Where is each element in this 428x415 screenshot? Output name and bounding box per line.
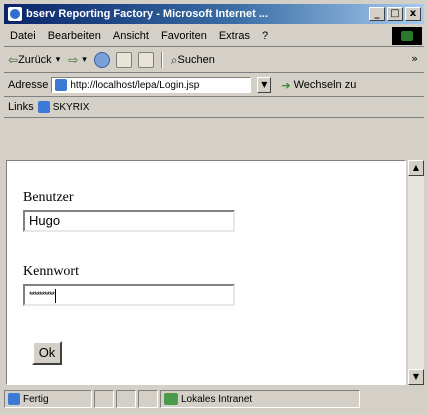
windows-logo-icon	[392, 27, 422, 45]
menu-help[interactable]: ?	[256, 30, 274, 42]
menu-bearbeiten[interactable]: Bearbeiten	[42, 30, 107, 42]
password-mask: **********	[29, 290, 55, 300]
home-icon[interactable]	[137, 52, 154, 68]
go-label: Wechseln zu	[293, 79, 357, 91]
status-cell	[94, 390, 114, 408]
address-url: http://localhost/lepa/Login.jsp	[70, 79, 200, 91]
forward-button[interactable]: ⇨ ▾	[64, 53, 91, 67]
go-arrow-icon: ➔	[281, 78, 291, 92]
minimize-button[interactable]: _	[369, 7, 385, 21]
dropdown-icon: ▾	[82, 55, 87, 65]
stop-icon[interactable]	[93, 52, 110, 68]
status-bar: Fertig Lokales Intranet	[4, 388, 424, 410]
ok-button[interactable]: Ok	[32, 341, 62, 365]
menu-bar: Datei Bearbeiten Ansicht Favoriten Extra…	[4, 26, 424, 47]
address-dropdown-button[interactable]: ▼	[257, 77, 272, 93]
maximize-button[interactable]: □	[387, 7, 403, 21]
search-icon: ⌕	[170, 52, 178, 67]
menu-extras[interactable]: Extras	[213, 30, 256, 42]
go-button[interactable]: ➔ Wechseln zu	[281, 79, 356, 92]
title-bar[interactable]: bserv Reporting Factory - Microsoft Inte…	[4, 4, 424, 24]
menu-ansicht[interactable]: Ansicht	[107, 30, 155, 42]
zone-label: Lokales Intranet	[181, 393, 253, 405]
browser-window: bserv Reporting Factory - Microsoft Inte…	[0, 0, 428, 415]
scroll-down-button[interactable]: ▼	[408, 369, 424, 385]
status-text: Fertig	[23, 393, 49, 405]
page-status-icon	[8, 393, 20, 405]
status-text-cell: Fertig	[4, 390, 92, 408]
forward-arrow-icon: ⇨	[68, 53, 79, 67]
address-label: Adresse	[8, 79, 49, 91]
dropdown-icon: ▾	[55, 55, 61, 65]
search-button[interactable]: ⌕ Suchen	[167, 53, 219, 68]
menu-datei[interactable]: Datei	[4, 30, 42, 42]
zone-cell: Lokales Intranet	[160, 390, 360, 408]
user-label: Benutzer	[23, 190, 74, 205]
toolbar: ⇦ Zurück ▾ ⇨ ▾ ⌕ Suchen »	[4, 48, 424, 73]
back-button[interactable]: ⇦ Zurück ▾	[4, 53, 64, 67]
vertical-scrollbar[interactable]: ▲ ▼	[408, 160, 424, 385]
page-icon	[55, 79, 68, 91]
scroll-up-button[interactable]: ▲	[408, 160, 424, 176]
address-bar: Adresse http://localhost/lepa/Login.jsp …	[4, 74, 424, 97]
address-input[interactable]: http://localhost/lepa/Login.jsp	[51, 77, 252, 93]
link-skyrix[interactable]: SKYRIX	[37, 101, 90, 113]
link-icon	[37, 101, 50, 113]
text-caret	[55, 288, 57, 303]
refresh-icon[interactable]	[115, 52, 132, 68]
menu-favoriten[interactable]: Favoriten	[155, 30, 213, 42]
back-label: Zurück	[18, 54, 52, 66]
more-chevron-icon[interactable]: »	[411, 52, 418, 65]
intranet-icon	[164, 393, 178, 405]
window-title: bserv Reporting Factory - Microsoft Inte…	[26, 8, 269, 20]
password-input[interactable]: **********	[23, 284, 235, 306]
search-label: Suchen	[177, 54, 215, 66]
close-button[interactable]: x	[405, 7, 421, 21]
status-cell	[116, 390, 136, 408]
links-bar: Links SKYRIX	[4, 97, 424, 118]
ie-icon	[8, 7, 22, 21]
status-cell	[138, 390, 158, 408]
links-label: Links	[8, 101, 34, 113]
link-skyrix-label: SKYRIX	[52, 101, 90, 113]
toolbar-separator	[160, 52, 163, 68]
user-input[interactable]: Hugo	[23, 210, 235, 232]
back-arrow-icon: ⇦	[8, 53, 19, 67]
password-label: Kennwort	[23, 264, 79, 279]
